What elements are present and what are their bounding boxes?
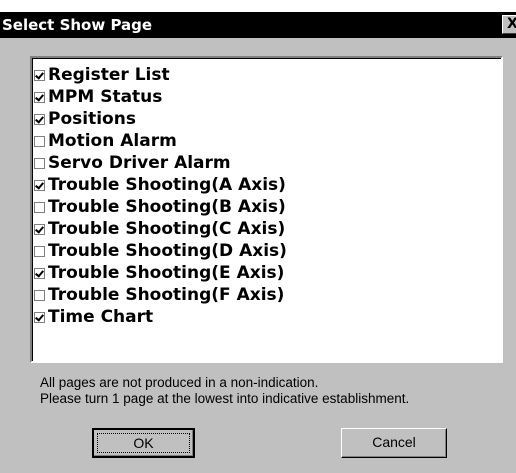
page-item-label: Trouble Shooting(E Axis) [48, 263, 285, 283]
page-item-label: Register List [48, 65, 170, 85]
checkbox[interactable] [34, 267, 45, 279]
page-item-label: Servo Driver Alarm [48, 153, 231, 173]
page-item-time-chart[interactable]: Time Chart [32, 306, 287, 328]
page-item-trouble-shooting-c[interactable]: Trouble Shooting(C Axis) [32, 218, 287, 240]
page-item-label: Trouble Shooting(F Axis) [48, 285, 285, 305]
checkbox[interactable] [34, 311, 45, 323]
ok-button-label: OK [133, 435, 154, 451]
title-bar: Select Show Page X [0, 12, 516, 38]
info-message-line: Please turn 1 page at the lowest into in… [40, 391, 410, 406]
page-list: Register List MPM Status Positions Motio… [32, 64, 287, 328]
checkbox[interactable] [34, 179, 45, 191]
checkbox[interactable] [34, 289, 45, 301]
checkbox[interactable] [34, 113, 45, 125]
page-item-trouble-shooting-f[interactable]: Trouble Shooting(F Axis) [32, 284, 287, 306]
page-item-motion-alarm[interactable]: Motion Alarm [32, 130, 287, 152]
page-checklist: Register List MPM Status Positions Motio… [30, 56, 503, 363]
page-item-servo-driver-alarm[interactable]: Servo Driver Alarm [32, 152, 287, 174]
page-item-label: Trouble Shooting(B Axis) [48, 197, 286, 217]
close-button[interactable]: X [502, 15, 516, 34]
page-item-label: Time Chart [48, 307, 154, 327]
select-show-page-dialog: Select Show Page X Register List MPM Sta… [0, 12, 516, 473]
page-item-label: MPM Status [48, 87, 163, 107]
checkbox[interactable] [34, 135, 45, 147]
ok-button[interactable]: OK [92, 428, 195, 458]
cancel-button[interactable]: Cancel [341, 428, 447, 458]
checkbox[interactable] [34, 223, 45, 235]
page-item-trouble-shooting-d[interactable]: Trouble Shooting(D Axis) [32, 240, 287, 262]
page-item-label: Positions [48, 109, 136, 129]
page-item-label: Trouble Shooting(D Axis) [48, 241, 287, 261]
dialog-title: Select Show Page [2, 16, 153, 34]
page-item-label: Trouble Shooting(A Axis) [48, 175, 286, 195]
info-message-line: All pages are not produced in a non-indi… [40, 375, 319, 390]
page-item-label: Trouble Shooting(C Axis) [48, 219, 286, 239]
page-item-trouble-shooting-a[interactable]: Trouble Shooting(A Axis) [32, 174, 287, 196]
info-message: All pages are not produced in a non-indi… [40, 375, 409, 407]
checkbox[interactable] [34, 201, 45, 213]
close-icon: X [507, 16, 516, 32]
page-item-trouble-shooting-e[interactable]: Trouble Shooting(E Axis) [32, 262, 287, 284]
checkbox[interactable] [34, 69, 45, 81]
page-item-positions[interactable]: Positions [32, 108, 287, 130]
page-item-mpm-status[interactable]: MPM Status [32, 86, 287, 108]
page-item-label: Motion Alarm [48, 131, 177, 151]
page-item-trouble-shooting-b[interactable]: Trouble Shooting(B Axis) [32, 196, 287, 218]
checkbox[interactable] [34, 157, 45, 169]
checkbox[interactable] [34, 91, 45, 103]
checkbox[interactable] [34, 245, 45, 257]
cancel-button-label: Cancel [372, 434, 416, 450]
page-item-register-list[interactable]: Register List [32, 64, 287, 86]
